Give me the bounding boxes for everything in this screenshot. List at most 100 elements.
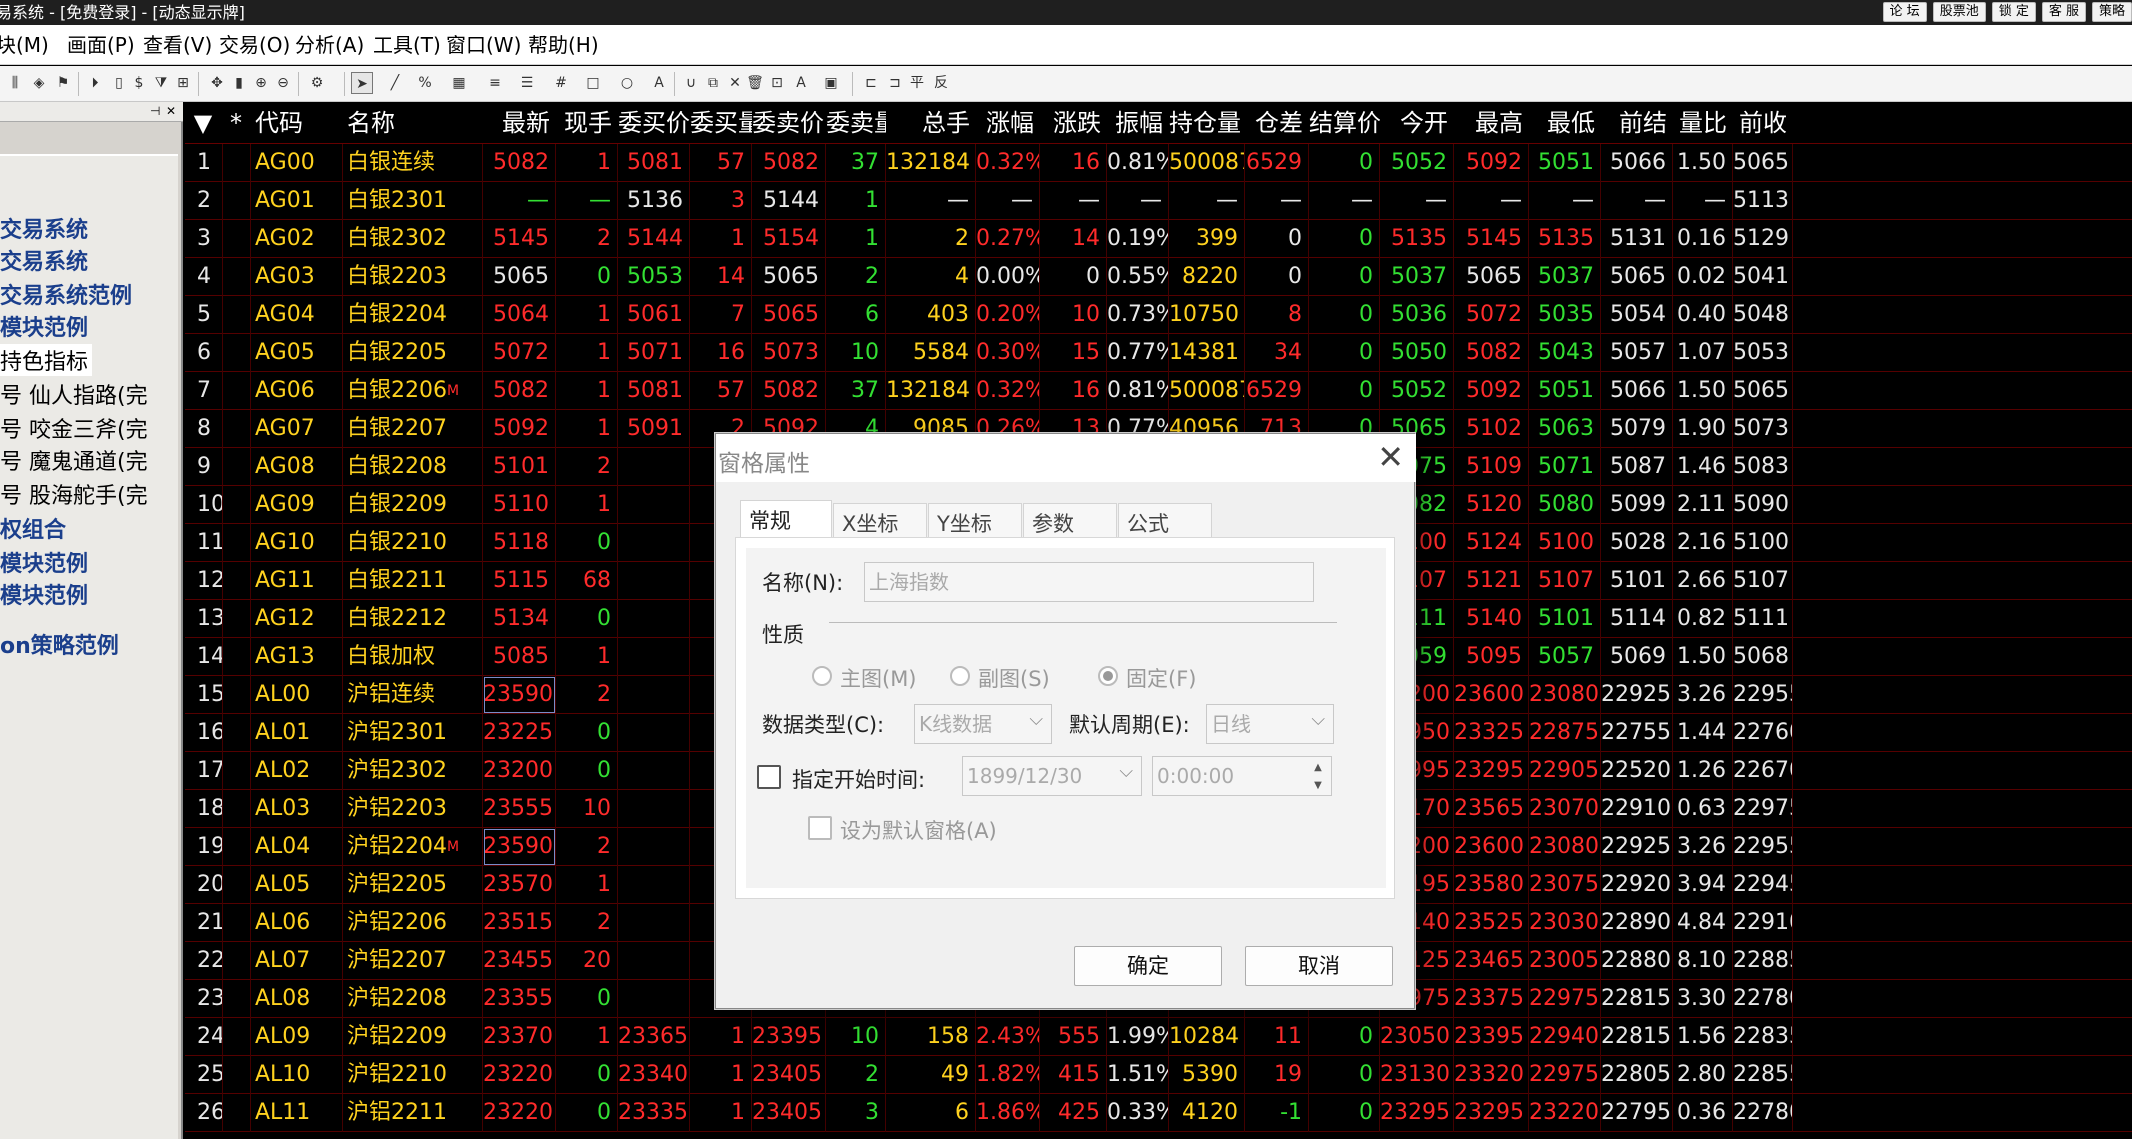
- pointer-icon[interactable]: ➤: [351, 72, 373, 94]
- move-icon[interactable]: ✥: [206, 72, 228, 94]
- tree-item[interactable]: 权组合: [0, 512, 66, 544]
- column-header[interactable]: 涨幅: [976, 102, 1040, 144]
- tree-item[interactable]: 交易系统范例: [0, 278, 132, 310]
- column-header[interactable]: 仓差: [1245, 102, 1309, 144]
- text-tool-icon[interactable]: A: [648, 72, 670, 94]
- menu-module[interactable]: 块(M): [0, 25, 49, 65]
- default-period-select[interactable]: 日线: [1206, 704, 1334, 744]
- tree-item[interactable]: 号 咬金三斧(完: [0, 412, 148, 444]
- menu-trade[interactable]: 交易(O): [219, 25, 290, 65]
- strategy-button[interactable]: 策略: [2091, 2, 2132, 22]
- tree-item[interactable]: 交易系统: [0, 244, 88, 276]
- hatch-tool-icon[interactable]: ▦: [448, 72, 470, 94]
- set-default-checkbox[interactable]: [808, 816, 832, 840]
- tree-item[interactable]: 模块范例: [0, 578, 88, 610]
- align-left-icon[interactable]: ⊏: [860, 72, 882, 94]
- percent-tool-icon[interactable]: %: [414, 72, 436, 94]
- tree-item[interactable]: 号 仙人指路(完: [0, 378, 148, 410]
- menu-screen[interactable]: 画面(P): [67, 25, 135, 65]
- start-time-checkbox[interactable]: [757, 765, 781, 789]
- column-header[interactable]: 最低: [1529, 102, 1601, 144]
- tree-item[interactable]: on策略范例: [0, 628, 119, 660]
- menu-view[interactable]: 查看(V): [143, 25, 212, 65]
- tab-params[interactable]: 参数: [1023, 503, 1117, 537]
- rect-tool-icon[interactable]: □: [582, 72, 604, 94]
- radio-fixed[interactable]: [1098, 666, 1118, 686]
- radio-main-chart[interactable]: [812, 666, 832, 686]
- menu-help[interactable]: 帮助(H): [528, 25, 599, 65]
- table-row[interactable]: 3 AG02 白银2302 5145 2 5144 1 5154 1 2 0.27% 14 0.19% 3…: [185, 220, 2132, 258]
- close-icon[interactable]: ✕: [1377, 440, 1404, 474]
- table-row[interactable]: 5 AG04 白银2204 5064 1 5061 7 5065 6 403 0.20% 10 0.73…: [185, 296, 2132, 334]
- name-input[interactable]: 上海指数: [864, 562, 1314, 602]
- tab-x-axis[interactable]: X坐标: [833, 503, 927, 537]
- column-header[interactable]: 委卖量: [826, 102, 886, 144]
- fib-tool-icon[interactable]: ☰: [516, 72, 538, 94]
- cross-tool-icon[interactable]: #: [550, 72, 572, 94]
- column-header[interactable]: 涨跌: [1040, 102, 1107, 144]
- tab-formula[interactable]: 公式: [1118, 503, 1212, 537]
- column-header[interactable]: 前结: [1601, 102, 1673, 144]
- diamond-icon[interactable]: ◈: [28, 72, 50, 94]
- column-header[interactable]: 前收: [1733, 102, 1793, 144]
- data-type-select[interactable]: K线数据: [914, 704, 1052, 744]
- column-header[interactable]: 结算价: [1309, 102, 1380, 144]
- table-row[interactable]: 4 AG03 白银2203 5065 0 5053 14 5065 2 4 0.00% 0 0.55% 8…: [185, 258, 2132, 296]
- tree-item[interactable]: 号 魔鬼通道(完: [0, 444, 148, 476]
- start-date-picker[interactable]: 1899/12/30: [962, 756, 1142, 796]
- panel-close-icon[interactable]: ✕: [166, 104, 176, 118]
- column-header[interactable]: *: [223, 102, 251, 144]
- stock-pool-button[interactable]: 股票池: [1932, 2, 1986, 22]
- flat-icon[interactable]: 平: [906, 72, 928, 94]
- column-header[interactable]: 今开: [1380, 102, 1454, 144]
- tree-item[interactable]: 持色指标: [0, 344, 93, 376]
- tree-item[interactable]: 模块范例: [0, 546, 88, 578]
- menu-analysis[interactable]: 分析(A): [295, 25, 364, 65]
- trash-icon[interactable]: 🗑: [744, 72, 766, 94]
- tab-general[interactable]: 常规: [740, 500, 832, 538]
- spin-down-icon[interactable]: ▼: [1307, 777, 1329, 795]
- menu-window[interactable]: 窗口(W): [446, 25, 521, 65]
- ok-button[interactable]: 确定: [1074, 946, 1222, 986]
- table-row[interactable]: 1 AG00 白银连续 5082 1 5081 57 5082 37 132184 0.32% 16 0…: [185, 144, 2132, 182]
- zoom-out-icon[interactable]: ⊖: [272, 72, 294, 94]
- column-header[interactable]: 总手: [886, 102, 976, 144]
- bar-chart-icon[interactable]: ⫼: [4, 72, 26, 94]
- reverse-icon[interactable]: 反: [930, 72, 952, 94]
- table-row[interactable]: 2 AG01 白银2301 — — 5136 3 5144 1 — — — — — — — — — — — — 5113: [185, 182, 2132, 220]
- table-row[interactable]: 25 AL10 沪铝2210 23220 0 23340 1 23405 2 49 1.82% 415…: [185, 1056, 2132, 1094]
- font-color-icon[interactable]: A: [790, 72, 812, 94]
- column-header[interactable]: 现手: [556, 102, 618, 144]
- tree-item[interactable]: 交易系统: [0, 212, 88, 244]
- dollar-icon[interactable]: $: [128, 72, 150, 94]
- delete-icon[interactable]: ✕: [724, 72, 746, 94]
- column-header[interactable]: 委卖价: [752, 102, 826, 144]
- gear-icon[interactable]: ⚙: [306, 72, 328, 94]
- table-row[interactable]: 26 AL11 沪铝2211 23220 0 23335 1 23405 3 6 1.86% 425 0…: [185, 1094, 2132, 1132]
- table-row[interactable]: 6 AG05 白银2205 5072 1 5071 16 5073 10 5584 0.30% 15 0…: [185, 334, 2132, 372]
- tree-item[interactable]: 模块范例: [0, 310, 88, 342]
- column-header[interactable]: 振幅: [1107, 102, 1169, 144]
- column-header[interactable]: ▼: [185, 102, 223, 144]
- grid-icon[interactable]: ⊞: [172, 72, 194, 94]
- column-header[interactable]: 委买价: [618, 102, 690, 144]
- line-tool-icon[interactable]: ╱: [384, 72, 406, 94]
- zoom-in-icon[interactable]: ⊕: [250, 72, 272, 94]
- table-row[interactable]: 7 AG06 白银2206M 5082 1 5081 57 5082 37 132184 0.32%…: [185, 372, 2132, 410]
- column-header[interactable]: 最新: [483, 102, 556, 144]
- lock-icon[interactable]: ⊡: [766, 72, 788, 94]
- save-icon[interactable]: ▣: [820, 72, 842, 94]
- play-icon[interactable]: ⏵: [84, 72, 106, 94]
- bars-tool-icon[interactable]: ≡: [484, 72, 506, 94]
- copy-icon[interactable]: ⧉: [702, 72, 724, 94]
- circle-tool-icon[interactable]: ○: [616, 72, 638, 94]
- column-header[interactable]: 名称: [343, 102, 483, 144]
- table-row[interactable]: 24 AL09 沪铝2209 23370 1 23365 1 23395 10 158 2.43% 5…: [185, 1018, 2132, 1056]
- forum-button[interactable]: 论 坛: [1882, 2, 1927, 22]
- align-center-icon[interactable]: ⊐: [884, 72, 906, 94]
- spin-up-icon[interactable]: ▲: [1307, 759, 1329, 777]
- cancel-button[interactable]: 取消: [1245, 946, 1393, 986]
- column-header[interactable]: 量比: [1673, 102, 1733, 144]
- column-header[interactable]: 最高: [1454, 102, 1529, 144]
- tree-item[interactable]: 号 股海舵手(完: [0, 478, 148, 510]
